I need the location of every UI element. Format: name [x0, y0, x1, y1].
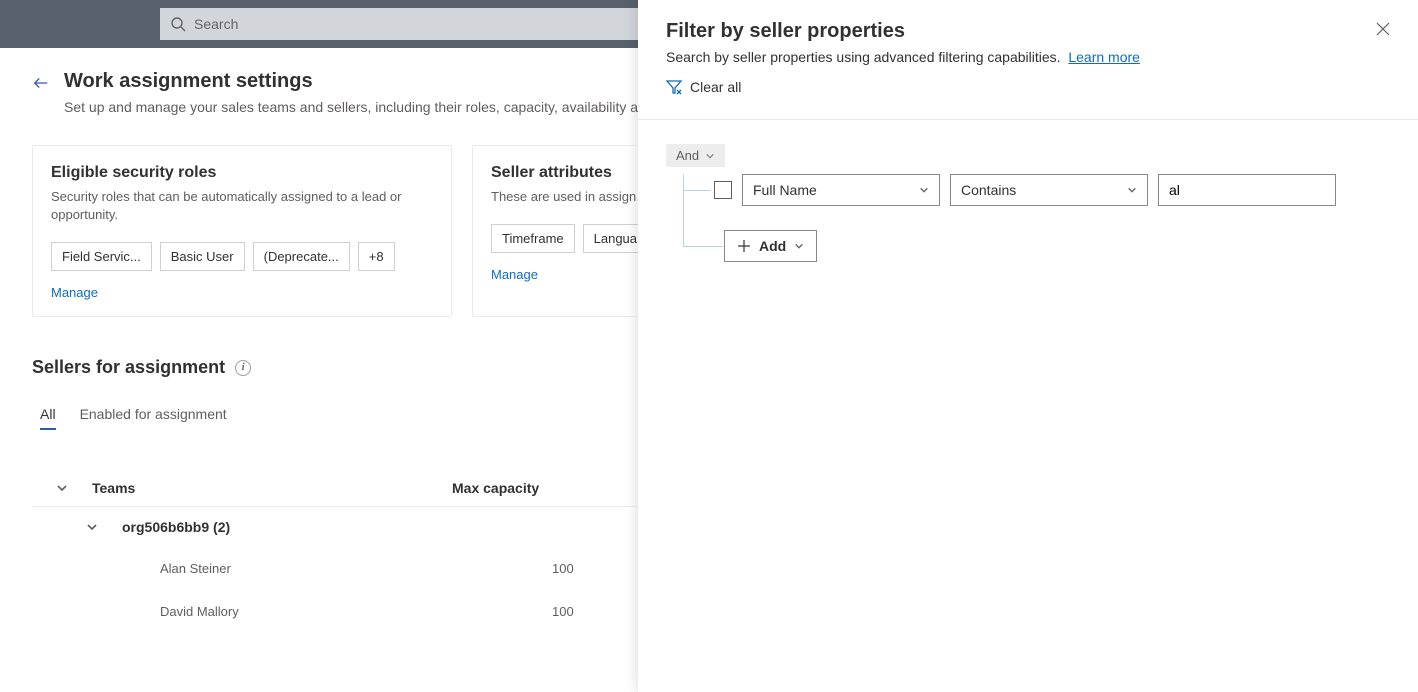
search-icon	[170, 16, 186, 32]
add-label: Add	[759, 238, 786, 254]
clear-all-button[interactable]: Clear all	[666, 79, 1390, 109]
tree-line	[683, 190, 711, 191]
condition-operator-label: Contains	[961, 182, 1016, 198]
condition-checkbox[interactable]	[714, 181, 732, 199]
seller-capacity: 100	[452, 561, 652, 576]
back-button[interactable]	[32, 70, 50, 97]
condition-field-select[interactable]: Full Name	[742, 174, 940, 206]
page-title: Work assignment settings	[64, 70, 638, 93]
chevron-down-icon	[919, 185, 929, 195]
filter-clear-icon	[666, 79, 682, 95]
chevron-down-icon	[1127, 185, 1137, 195]
panel-subtitle: Search by seller properties using advanc…	[666, 49, 1061, 65]
global-search[interactable]: Search	[160, 8, 640, 40]
seller-name: David Mallory	[160, 604, 452, 619]
condition-value-input[interactable]	[1158, 174, 1336, 206]
plus-icon	[737, 239, 751, 253]
col-teams[interactable]: Teams	[92, 480, 452, 496]
arrow-left-icon	[32, 74, 50, 92]
close-icon	[1376, 22, 1390, 36]
global-search-placeholder: Search	[194, 16, 238, 32]
chevron-down-icon	[56, 482, 68, 494]
group-operator[interactable]: And	[666, 144, 725, 167]
add-condition-button[interactable]: Add	[724, 230, 817, 262]
sellers-title: Sellers for assignment	[32, 357, 225, 378]
close-button[interactable]	[1376, 22, 1390, 41]
learn-more-link[interactable]: Learn more	[1068, 49, 1140, 65]
chip-role[interactable]: Field Servic...	[51, 242, 152, 271]
tree-line	[683, 174, 684, 246]
group-name[interactable]: org506b6bb9 (2)	[122, 519, 230, 535]
filter-panel: Filter by seller properties Search by se…	[638, 0, 1418, 692]
card-roles-title: Eligible security roles	[51, 164, 433, 182]
seller-capacity: 100	[452, 604, 652, 619]
chevron-down-icon	[86, 521, 98, 533]
chip-role-more[interactable]: +8	[358, 242, 395, 271]
tree-line	[683, 246, 723, 247]
chip-attr[interactable]: Timeframe	[491, 224, 575, 253]
info-icon[interactable]: i	[235, 360, 251, 376]
chip-role[interactable]: Basic User	[160, 242, 245, 271]
manage-roles-link[interactable]: Manage	[51, 285, 433, 300]
condition-field-label: Full Name	[753, 182, 817, 198]
condition-row: Full Name Contains	[714, 174, 1346, 206]
page-subtitle: Set up and manage your sales teams and s…	[64, 99, 638, 115]
condition-operator-select[interactable]: Contains	[950, 174, 1148, 206]
tab-enabled[interactable]: Enabled for assignment	[80, 406, 227, 430]
chip-role[interactable]: (Deprecate...	[253, 242, 350, 271]
group-operator-label: And	[676, 148, 699, 163]
card-eligible-roles: Eligible security roles Security roles t…	[32, 145, 452, 317]
expand-all-toggle[interactable]	[32, 482, 92, 494]
col-max-capacity[interactable]: Max capacity	[452, 480, 652, 496]
tab-all[interactable]: All	[40, 406, 56, 430]
chevron-down-icon	[794, 241, 804, 251]
chevron-down-icon	[705, 151, 715, 161]
seller-name: Alan Steiner	[160, 561, 452, 576]
group-toggle[interactable]	[62, 521, 122, 533]
clear-all-label: Clear all	[690, 79, 741, 95]
panel-title: Filter by seller properties	[666, 20, 905, 43]
card-roles-subtitle: Security roles that can be automatically…	[51, 188, 433, 224]
